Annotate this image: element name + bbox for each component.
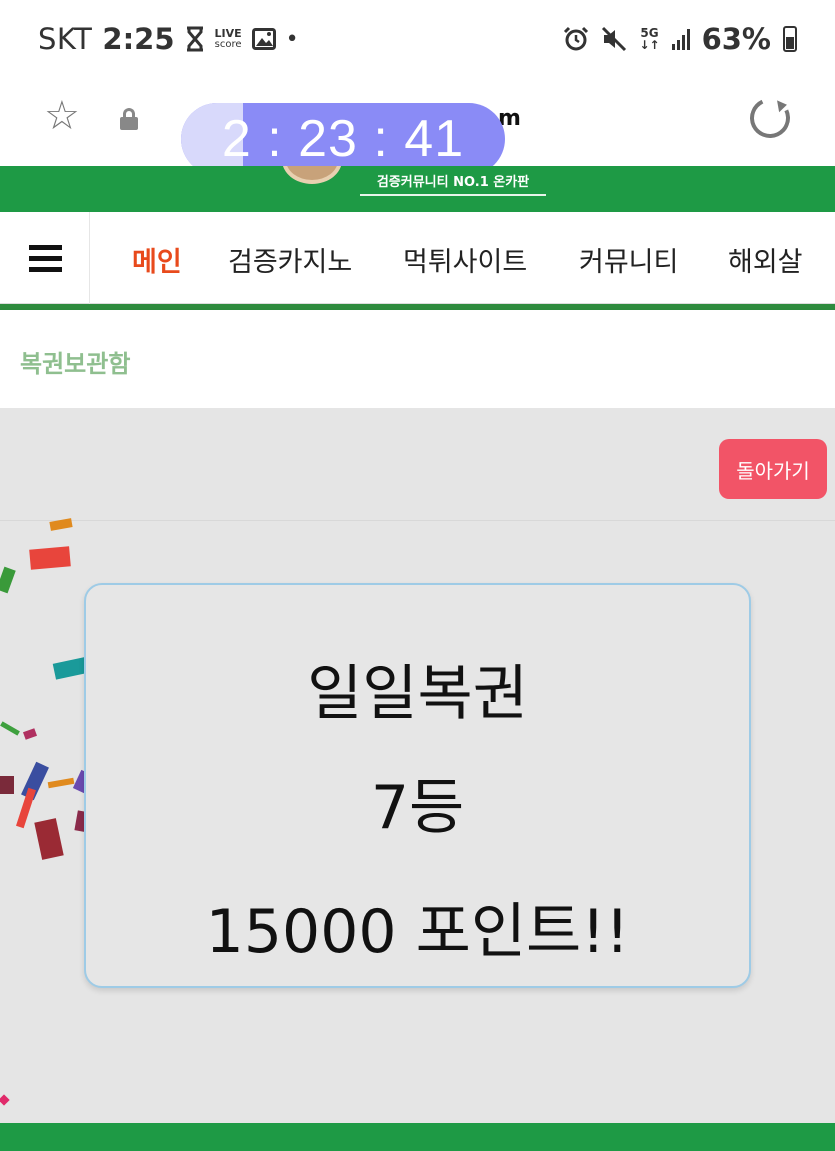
footer-bar bbox=[0, 1123, 835, 1151]
alarm-icon bbox=[564, 26, 589, 51]
timer-text: 2 : 23 : 41 bbox=[221, 110, 465, 168]
status-bar: SKT 2:25 LIVE score • 5G ↓↑ 63% bbox=[0, 0, 835, 82]
menu-icon[interactable] bbox=[0, 212, 90, 304]
nav-item-verified-casino[interactable]: 검증카지노 bbox=[228, 240, 352, 279]
main-nav: 메인 검증카지노 먹튀사이트 커뮤니티 해외살 bbox=[0, 212, 835, 304]
page-title: 복권보관함 bbox=[20, 350, 131, 378]
battery-percent: 63% bbox=[701, 22, 771, 56]
nav-items: 메인 검증카지노 먹튀사이트 커뮤니티 해외살 bbox=[90, 212, 835, 304]
site-slogan: 검증커뮤니티 NO.1 온카판 bbox=[360, 172, 546, 196]
confetti-piece bbox=[0, 776, 14, 794]
mute-icon bbox=[602, 26, 627, 52]
confetti-piece bbox=[29, 546, 71, 570]
prize-rank: 7등 bbox=[370, 773, 465, 843]
status-left: SKT 2:25 LIVE score • bbox=[38, 22, 299, 56]
confetti-piece bbox=[47, 777, 75, 789]
battery-icon bbox=[783, 26, 797, 52]
star-icon[interactable]: ☆ bbox=[44, 96, 80, 136]
gallery-icon bbox=[251, 28, 276, 50]
site-logo[interactable] bbox=[282, 166, 342, 184]
confetti-piece bbox=[34, 818, 64, 860]
nav-item-main[interactable]: 메인 bbox=[132, 240, 182, 279]
lottery-title: 일일복권 bbox=[307, 659, 528, 729]
reload-icon[interactable] bbox=[744, 92, 796, 144]
site-header: 검증커뮤니티 NO.1 온카판 bbox=[0, 166, 835, 212]
signal-icon bbox=[671, 28, 690, 50]
nav-item-overseas[interactable]: 해외살 bbox=[728, 240, 803, 279]
lock-icon[interactable] bbox=[120, 108, 138, 130]
confetti-piece bbox=[0, 566, 16, 594]
clock: 2:25 bbox=[102, 22, 175, 56]
content-divider bbox=[0, 520, 835, 521]
network-5g-icon: 5G ↓↑ bbox=[639, 26, 660, 52]
live-score-icon: LIVE score bbox=[214, 27, 242, 50]
prize-card: 일일복권 7등 15000 포인트!! bbox=[84, 583, 751, 988]
timer-overlay[interactable]: 2 : 23 : 41 bbox=[181, 103, 505, 175]
confetti-piece bbox=[0, 1094, 10, 1106]
confetti-piece bbox=[22, 728, 38, 740]
confetti-piece bbox=[16, 787, 36, 829]
carrier-label: SKT bbox=[38, 22, 93, 56]
hourglass-icon bbox=[186, 26, 203, 52]
back-button[interactable]: 돌아가기 bbox=[719, 439, 827, 499]
lottery-content: 돌아가기 일일복권 7등 15000 포인트!! bbox=[0, 408, 835, 1123]
prize-amount: 15000 포인트!! bbox=[205, 897, 630, 967]
status-right: 5G ↓↑ 63% bbox=[563, 22, 797, 56]
breadcrumb: 복권보관함 bbox=[0, 310, 835, 408]
nav-item-scam-sites[interactable]: 먹튀사이트 bbox=[403, 240, 527, 279]
notification-dot: • bbox=[285, 26, 299, 52]
confetti-piece bbox=[0, 721, 20, 736]
nav-item-community[interactable]: 커뮤니티 bbox=[579, 240, 678, 279]
